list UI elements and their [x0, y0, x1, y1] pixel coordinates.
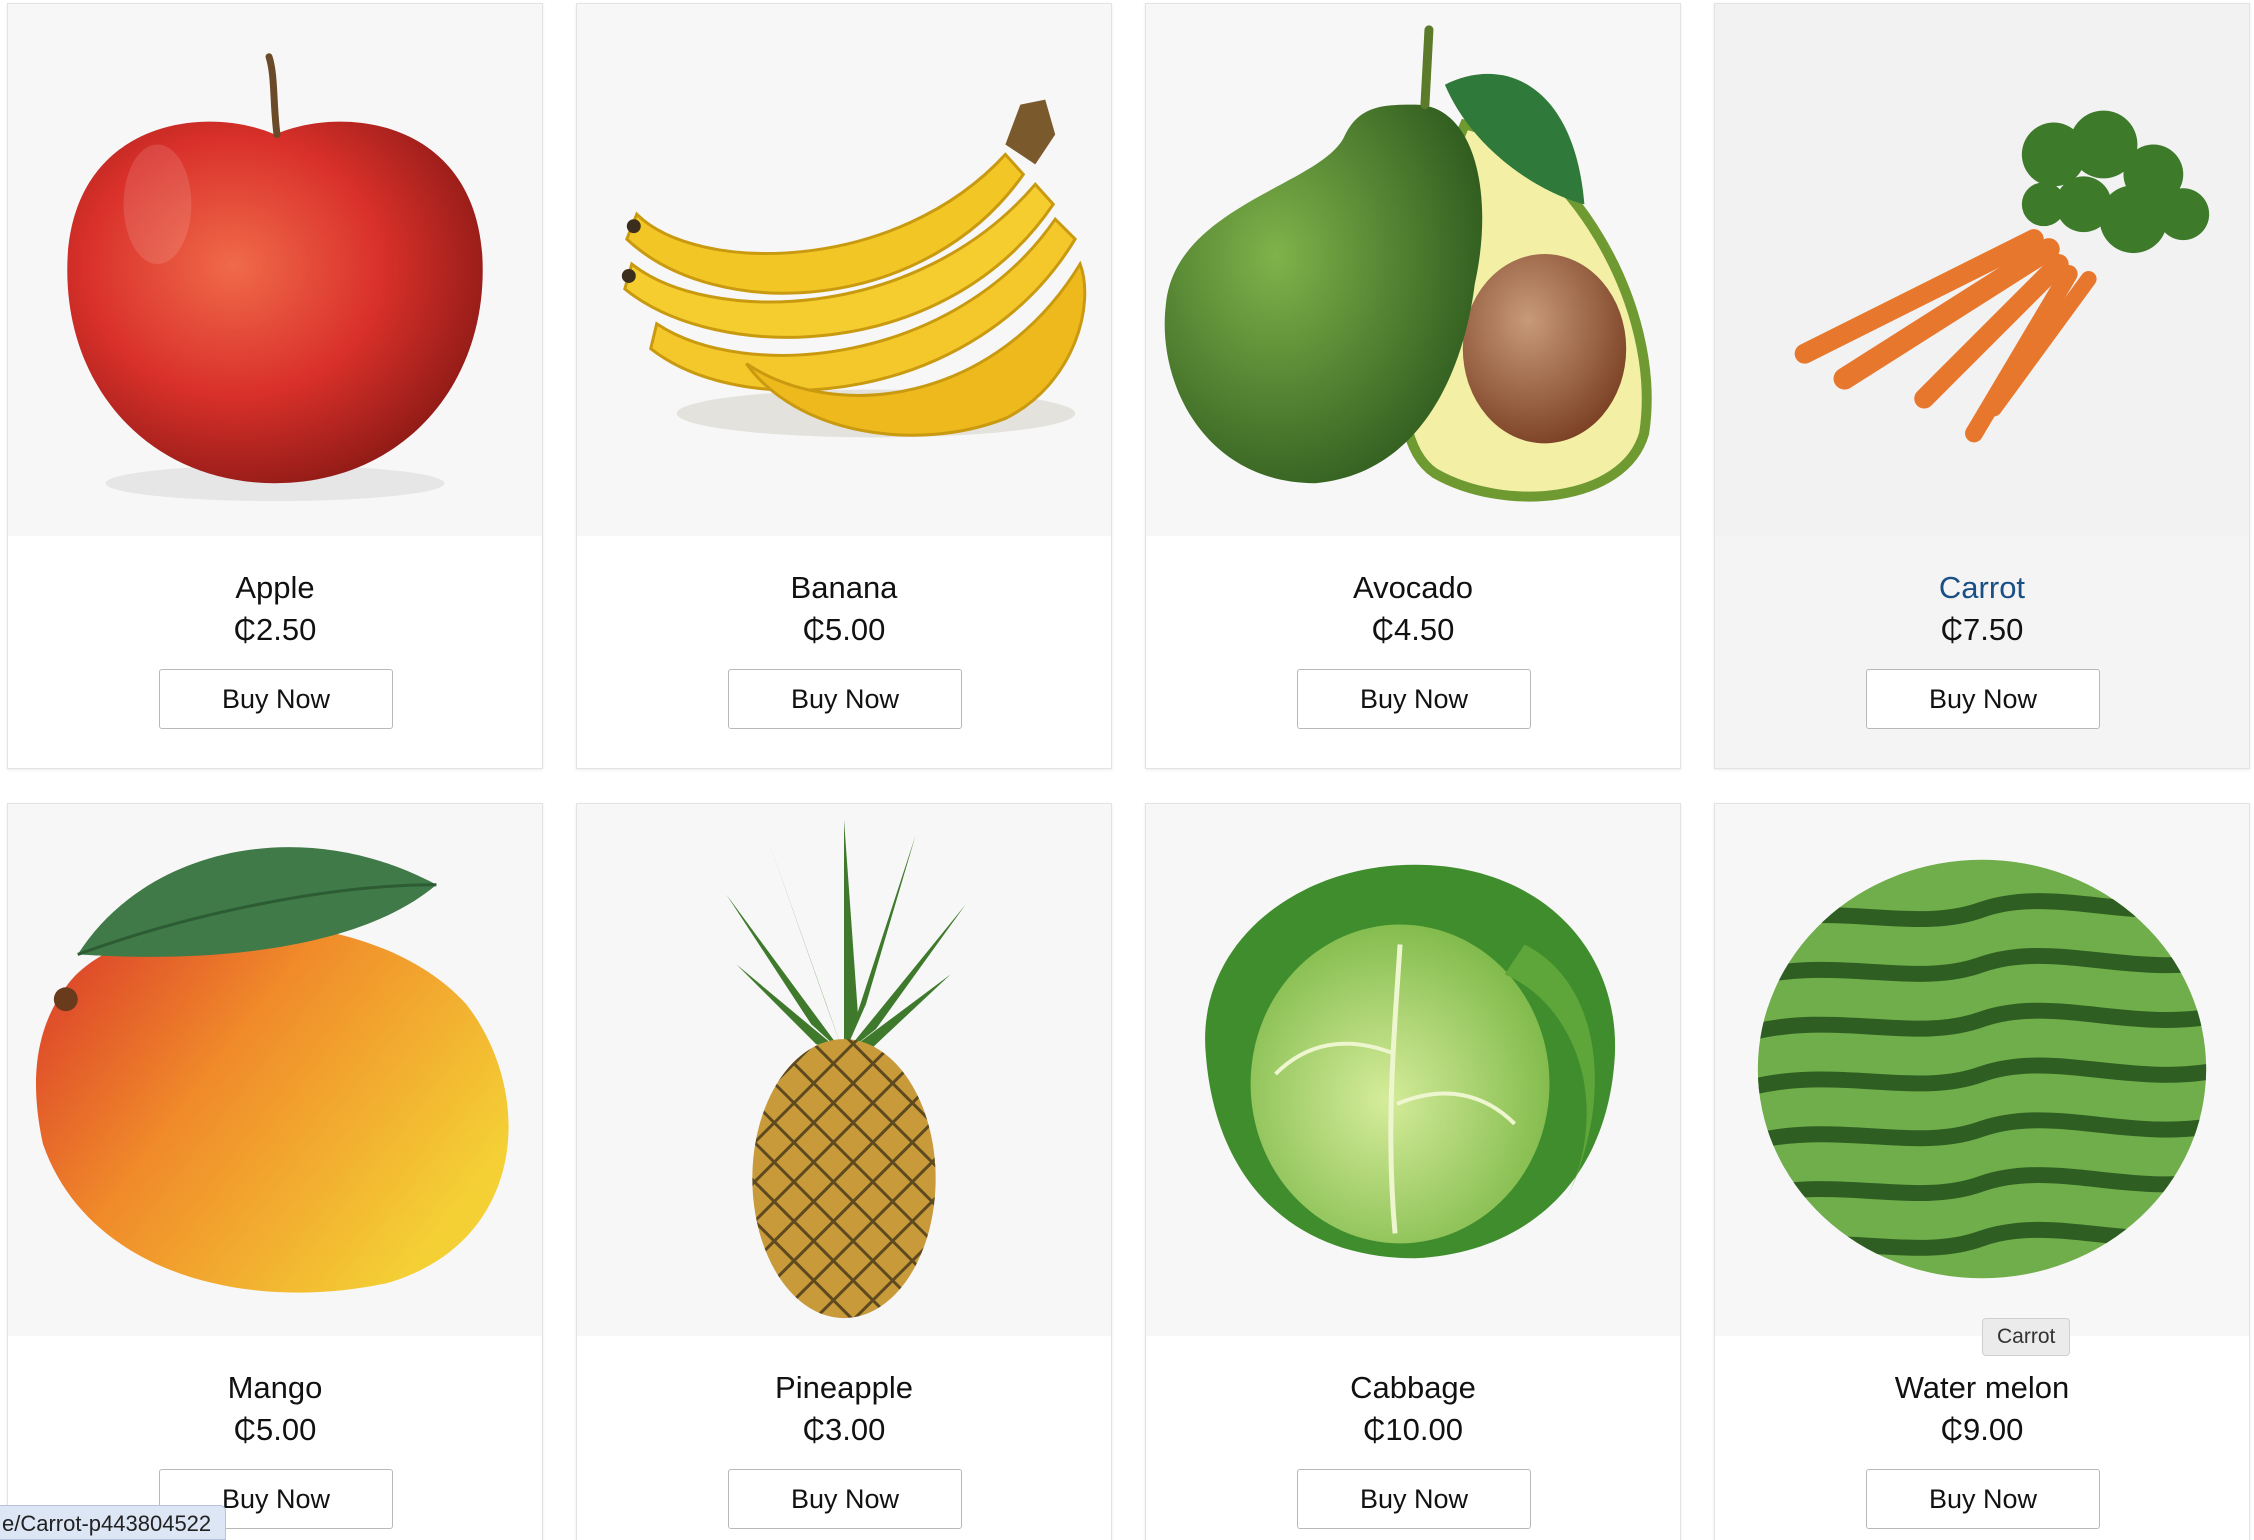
carrot-image[interactable] — [1715, 4, 2249, 536]
product-card-mango[interactable]: Mango ₵5.00 Buy Now — [7, 803, 543, 1540]
product-name[interactable]: Water melon — [1715, 1370, 2249, 1406]
buy-now-button[interactable]: Buy Now — [728, 1469, 962, 1529]
product-price: ₵2.50 — [233, 612, 317, 647]
product-name[interactable]: Apple — [8, 570, 542, 606]
cabbage-image[interactable] — [1146, 804, 1680, 1336]
product-name[interactable]: Avocado — [1146, 570, 1680, 606]
product-name[interactable]: Mango — [8, 1370, 542, 1406]
buy-now-button[interactable]: Buy Now — [1866, 669, 2100, 729]
product-card-cabbage[interactable]: Cabbage ₵10.00 Buy Now — [1145, 803, 1681, 1540]
apple-image[interactable] — [8, 4, 542, 536]
product-price: ₵10.00 — [1363, 1412, 1463, 1447]
avocado-image[interactable] — [1146, 4, 1680, 536]
product-card-banana[interactable]: Banana ₵5.00 Buy Now — [576, 3, 1112, 769]
water-melon-image[interactable] — [1715, 804, 2249, 1336]
status-bar-url: e/Carrot-p443804522 — [0, 1505, 227, 1540]
product-grid: Apple ₵2.50 Buy Now Banana ₵5.00 Buy Now — [0, 0, 2254, 1540]
product-name[interactable]: Banana — [577, 570, 1111, 606]
buy-now-button[interactable]: Buy Now — [1297, 669, 1531, 729]
buy-now-button[interactable]: Buy Now — [1297, 1469, 1531, 1529]
product-card-pineapple[interactable]: Pineapple ₵3.00 Buy Now — [576, 803, 1112, 1540]
product-card-apple[interactable]: Apple ₵2.50 Buy Now — [7, 3, 543, 769]
product-price: ₵3.00 — [802, 1412, 886, 1447]
product-price: ₵4.50 — [1371, 612, 1455, 647]
product-price: ₵5.00 — [233, 1412, 317, 1447]
product-card-carrot[interactable]: Carrot ₵7.50 Buy Now — [1714, 3, 2250, 769]
hover-tooltip: Carrot — [1982, 1318, 2071, 1356]
product-name[interactable]: Cabbage — [1146, 1370, 1680, 1406]
product-price: ₵9.00 — [1940, 1412, 2024, 1447]
buy-now-button[interactable]: Buy Now — [1866, 1469, 2100, 1529]
product-name[interactable]: Pineapple — [577, 1370, 1111, 1406]
buy-now-button[interactable]: Buy Now — [728, 669, 962, 729]
product-name[interactable]: Carrot — [1715, 570, 2249, 606]
banana-image[interactable] — [577, 4, 1111, 536]
buy-now-button[interactable]: Buy Now — [159, 669, 393, 729]
product-card-avocado[interactable]: Avocado ₵4.50 Buy Now — [1145, 3, 1681, 769]
product-card-water-melon[interactable]: Water melon ₵9.00 Buy Now — [1714, 803, 2250, 1540]
product-price: ₵5.00 — [802, 612, 886, 647]
mango-image[interactable] — [8, 804, 542, 1336]
pineapple-image[interactable] — [577, 804, 1111, 1336]
product-price: ₵7.50 — [1940, 612, 2024, 647]
